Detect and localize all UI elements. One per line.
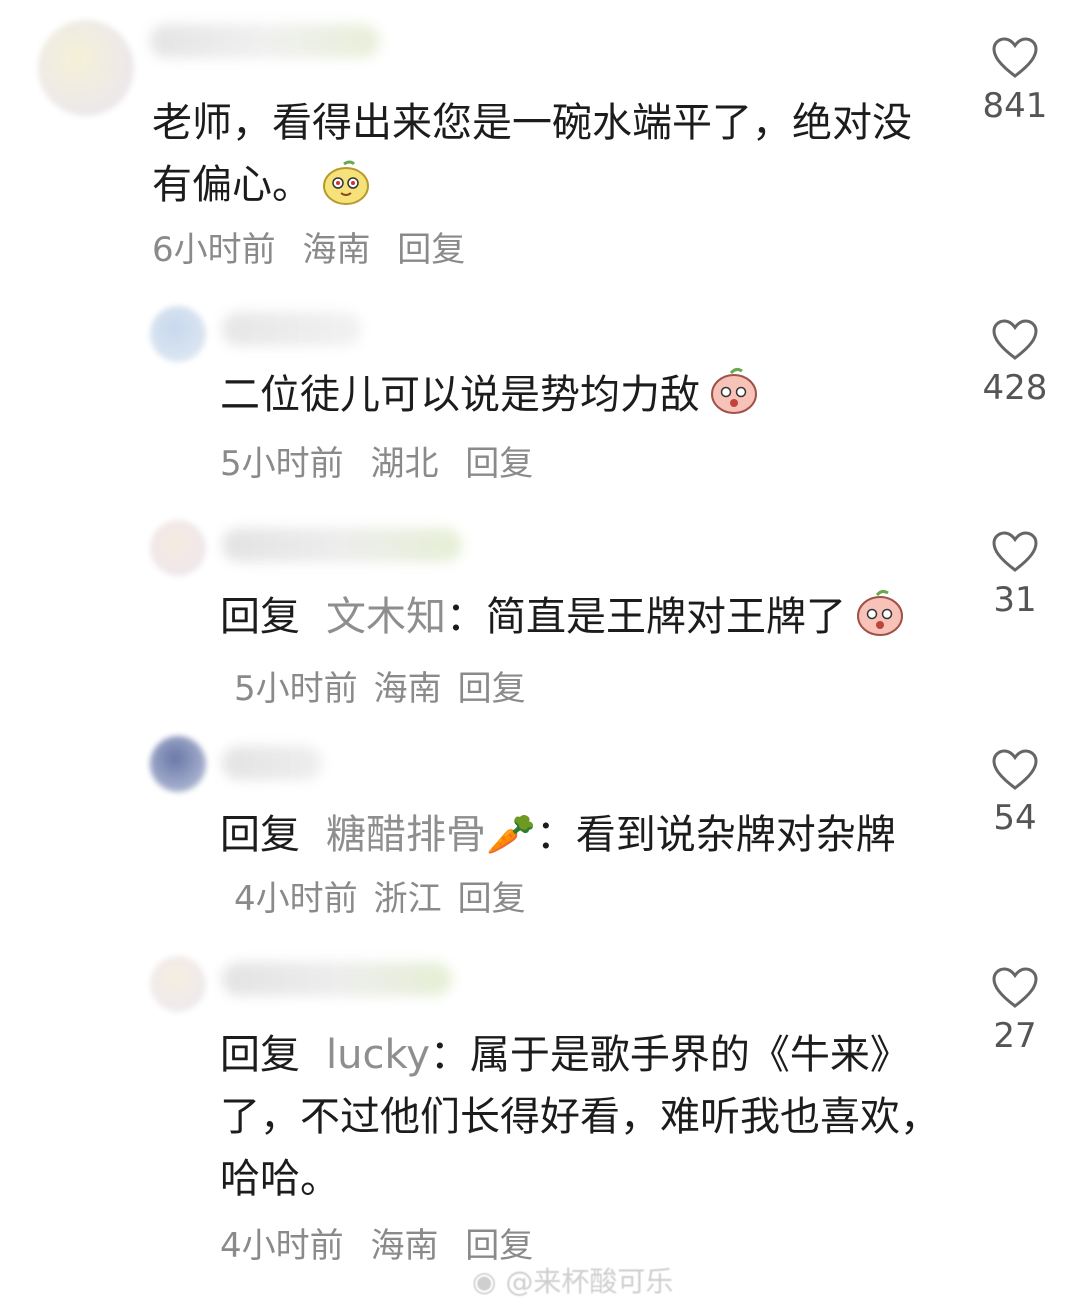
comment-meta: 5小时前 湖北 回复 <box>220 436 549 485</box>
avatar[interactable] <box>150 520 206 576</box>
like-button[interactable]: 54 <box>960 748 1070 838</box>
timestamp: 4小时前 <box>220 1226 344 1266</box>
location: 湖北 <box>370 444 439 484</box>
location: 浙江 <box>373 879 442 919</box>
avatar[interactable] <box>150 306 206 362</box>
like-button[interactable]: 31 <box>960 530 1070 620</box>
peach-face-emoji <box>708 364 760 434</box>
comment-text: 回复 糖醋排骨🥕：看到说杂牌对杂牌4小时前 浙江 回复 <box>220 812 896 919</box>
location: 海南 <box>302 230 371 270</box>
reply-button[interactable]: 回复 <box>458 669 526 709</box>
comment-meta: 5小时前 海南 回复 <box>234 669 542 709</box>
heart-icon <box>992 37 1038 78</box>
username-blurred[interactable] <box>222 962 452 996</box>
reply-prefix: 回复 <box>220 812 300 858</box>
reply-target-username[interactable]: lucky <box>326 1032 430 1078</box>
lemon-face-emoji <box>320 158 372 224</box>
peach-face-emoji <box>854 586 906 656</box>
heart-icon <box>992 967 1038 1008</box>
like-count: 841 <box>982 86 1048 126</box>
heart-icon <box>992 319 1038 360</box>
like-button[interactable]: 428 <box>960 318 1070 408</box>
heart-icon <box>992 749 1038 790</box>
reply-prefix: 回复 <box>220 594 300 640</box>
avatar[interactable] <box>150 956 206 1012</box>
reply-prefix: 回复 <box>220 1032 300 1078</box>
comment-meta: 4小时前 浙江 回复 <box>234 879 542 919</box>
reply-button[interactable]: 回复 <box>397 230 465 270</box>
timestamp: 5小时前 <box>234 669 358 709</box>
username-blurred[interactable] <box>222 312 362 346</box>
comment-text: 回复 lucky：属于是歌手界的《牛来》了，不过他们长得好看，难听我也喜欢，哈哈。 <box>220 1032 940 1202</box>
weibo-logo-icon: ◉ <box>472 1265 497 1298</box>
like-count: 31 <box>993 580 1037 620</box>
reply-button[interactable]: 回复 <box>458 879 526 919</box>
watermark: ◉ @来杯酸可乐 <box>472 1265 674 1298</box>
like-button[interactable]: 841 <box>960 36 1070 126</box>
comment-text: 二位徒儿可以说是势均力敌 <box>220 364 940 434</box>
like-count: 27 <box>993 1016 1037 1056</box>
like-button[interactable]: 27 <box>960 966 1070 1056</box>
username-blurred[interactable] <box>222 528 462 562</box>
location: 海南 <box>370 1226 439 1266</box>
reply-target-username[interactable]: 文木知 <box>326 594 446 640</box>
comment-meta: 6小时前 海南 回复 <box>152 222 481 271</box>
timestamp: 6小时前 <box>152 230 276 270</box>
reply-target-username[interactable]: 糖醋排骨🥕 <box>326 812 536 858</box>
avatar[interactable] <box>38 20 134 116</box>
username-blurred[interactable] <box>222 746 322 780</box>
reply-button[interactable]: 回复 <box>465 444 533 484</box>
like-count: 54 <box>993 798 1037 838</box>
timestamp: 4小时前 <box>234 879 358 919</box>
comment-text: 老师，看得出来您是一碗水端平了，绝对没有偏心。 <box>152 92 912 224</box>
comment-text: 回复 文木知：简直是王牌对王牌了 5小时前 海南 回复 <box>220 586 920 720</box>
heart-icon <box>992 531 1038 572</box>
timestamp: 5小时前 <box>220 444 344 484</box>
username-blurred[interactable] <box>150 24 380 58</box>
avatar[interactable] <box>150 736 206 792</box>
location: 海南 <box>373 669 442 709</box>
like-count: 428 <box>982 368 1048 408</box>
